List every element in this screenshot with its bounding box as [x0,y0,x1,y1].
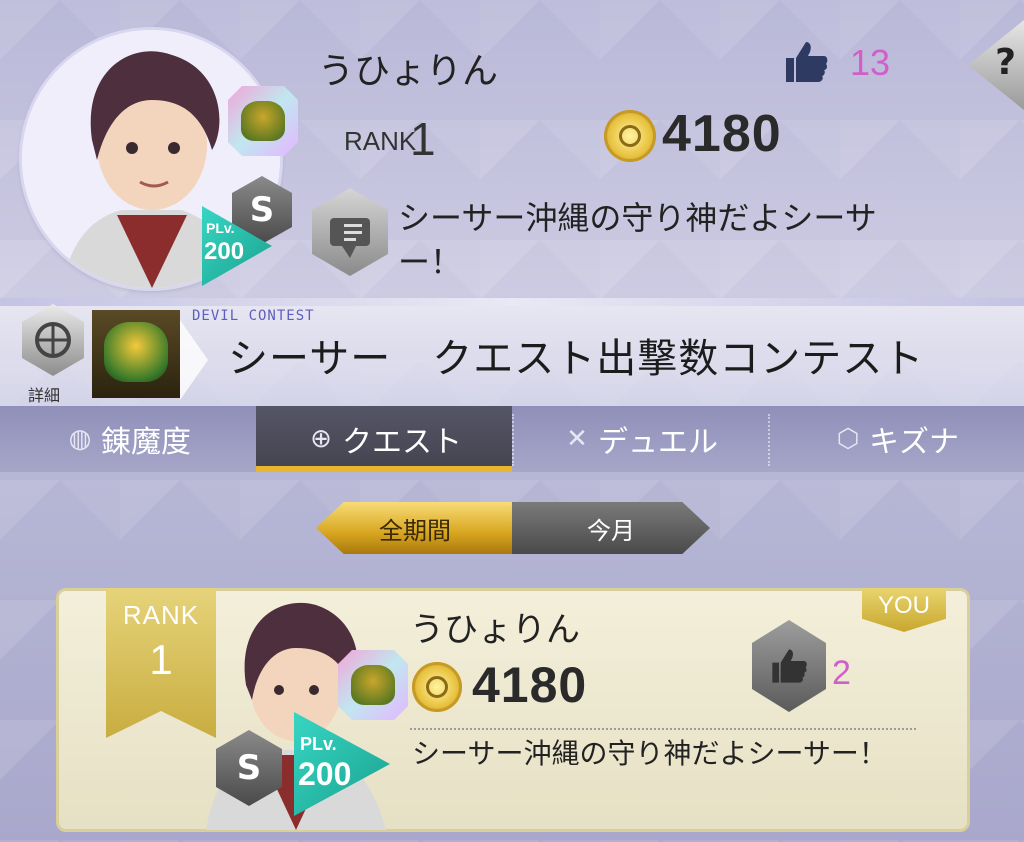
banner-arrow [180,320,208,400]
entry-coin-icon [412,662,462,712]
contest-title: シーサー クエスト出撃数コンテスト [228,336,925,382]
entry-name: うひょりん [410,610,580,650]
entry-divider [410,728,916,730]
period-month-button[interactable]: 今月 [512,502,710,554]
detail-label: 詳細 [28,386,61,405]
tab-renma[interactable]: ◍ 錬魔度 [0,406,256,472]
swords-icon: ✕ [566,424,588,454]
tab-kizuna[interactable]: ⬡ キズナ [768,406,1024,472]
sprite-icon: ◍ [68,424,92,454]
tab-duel[interactable]: ✕ デュエル [512,406,768,472]
plv-label: PLv. [206,220,235,236]
entry-points: 4180 [472,657,588,713]
help-button[interactable]: ? [968,20,1024,110]
period-all-button[interactable]: 全期間 [316,502,514,554]
tab-label: 錬魔度 [101,425,191,460]
tab-label: デュエル [598,425,718,460]
entry-title-rank-letter: S [236,748,262,788]
contest-subtitle: DEVIL CONTEST [192,308,315,324]
tab-label: キズナ [869,425,959,460]
title-rank-letter: S [249,190,275,230]
profile-rank-label: RANK [344,126,417,156]
shisa-monster-badge [228,86,298,156]
entry-comment: シーサー沖縄の守り神だよシーサー！ [412,737,887,770]
entry-shisa-badge [338,650,408,720]
thumbs-up-icon [772,649,807,683]
profile-rank-value: 1 [410,113,436,165]
entry-plv-value: 200 [298,756,352,792]
bond-icon: ⬡ [836,424,860,454]
profile-like-count: 13 [850,42,891,83]
thumbs-up-icon[interactable] [782,38,830,86]
tab-quest[interactable]: ⊕ クエスト [256,406,512,472]
profile-comment: シーサー沖縄の守り神だよシーサー！ [398,199,877,281]
entry-plv-label: PLv. [300,734,337,754]
comment-icon [312,188,388,276]
tab-label: クエスト [342,425,462,460]
plv-value: 200 [204,238,245,265]
banner-strip [0,298,1024,306]
help-icon: ? [995,42,1016,83]
profile-name: うひょりん [318,51,499,92]
coin-icon [604,110,656,162]
entry-like-count: 2 [832,654,851,692]
profile-points: 4180 [662,105,782,163]
shisa-thumbnail [92,310,180,398]
quest-icon: ⊕ [310,424,332,454]
